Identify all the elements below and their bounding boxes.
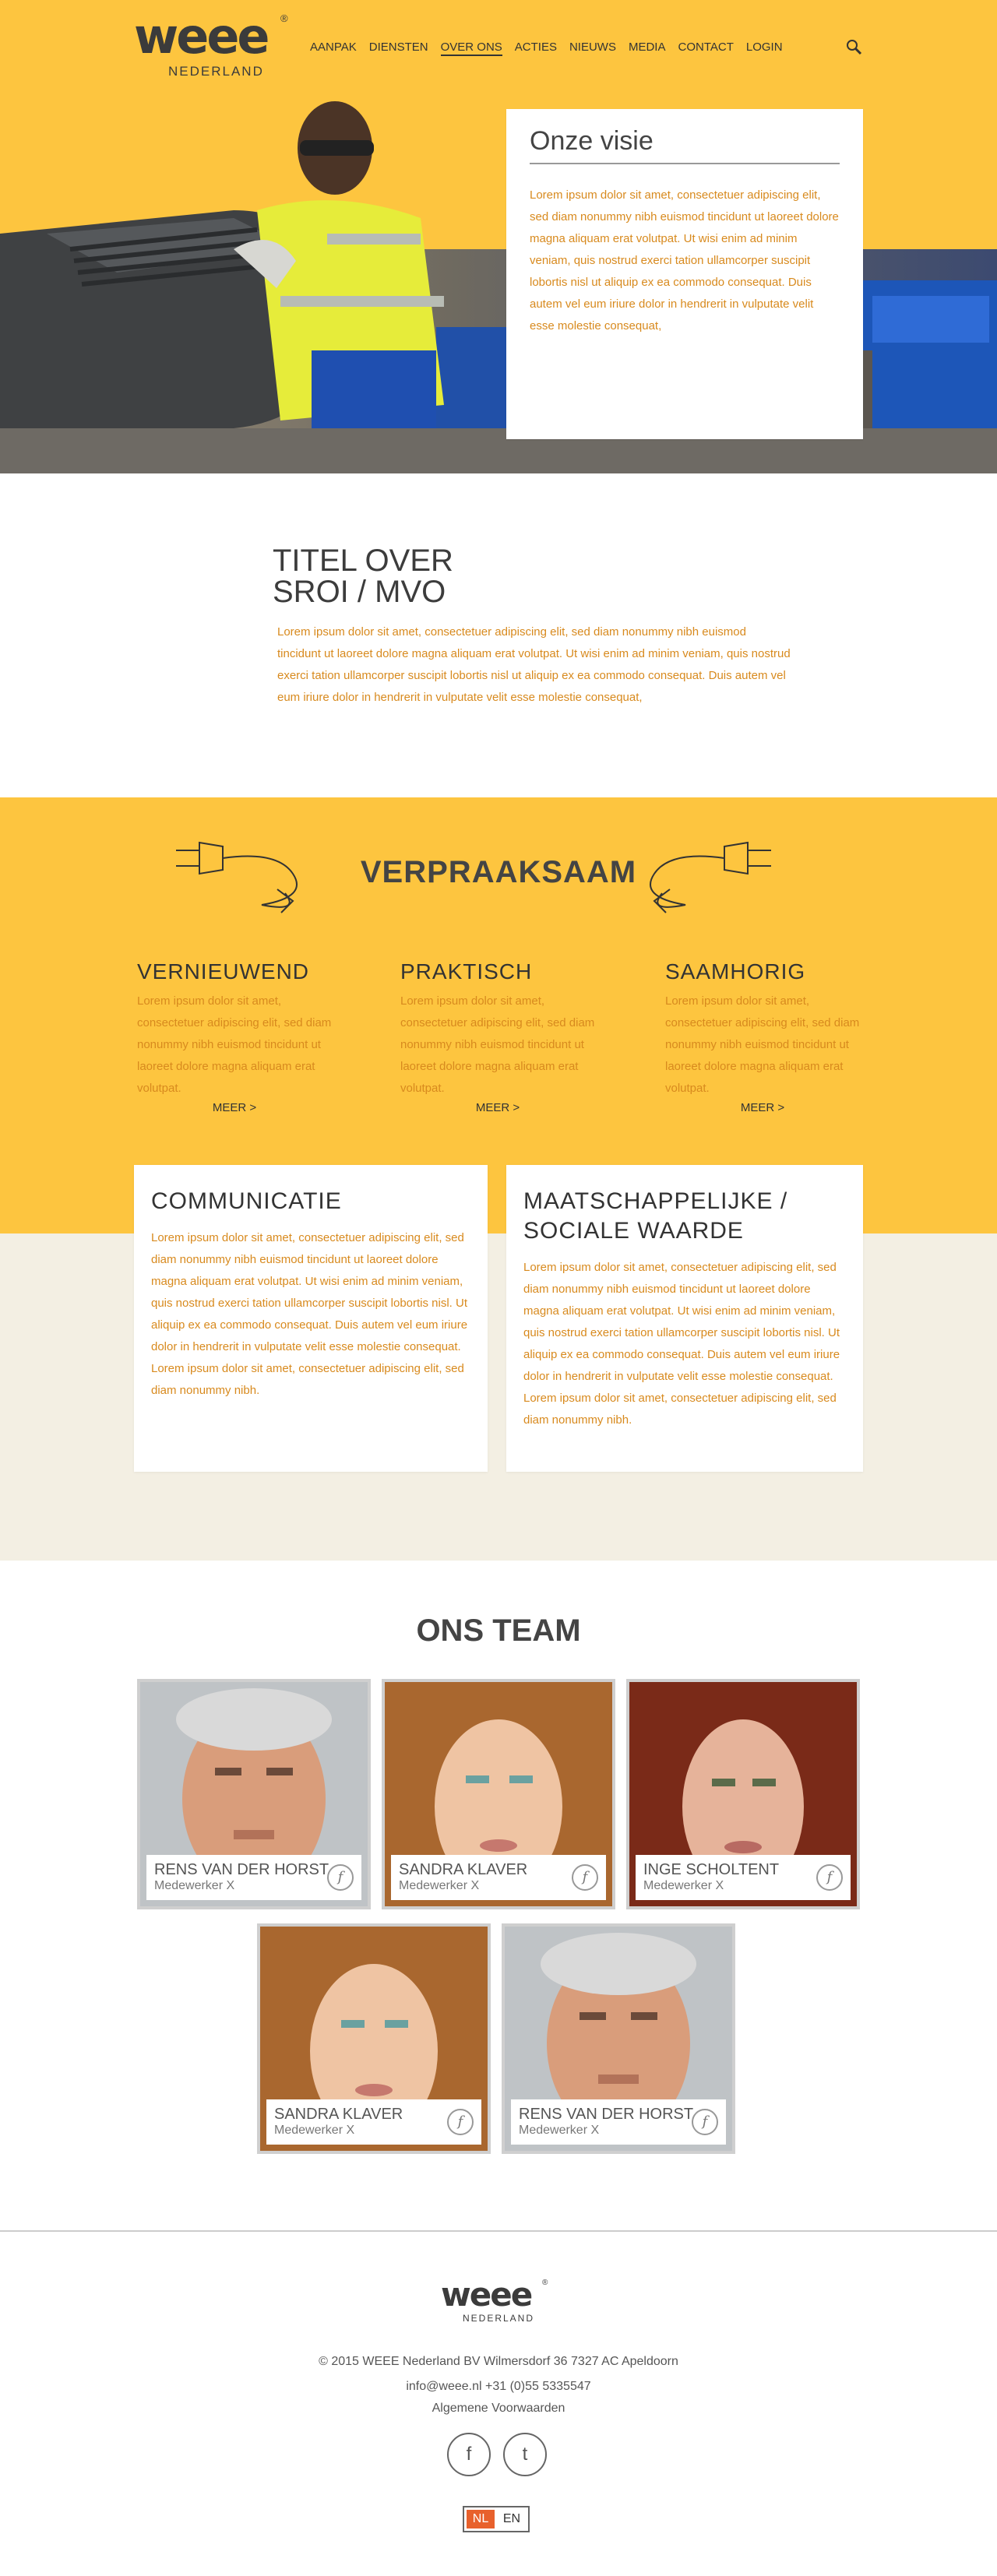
logo-subtitle: NEDERLAND [168,64,264,79]
sroi-title-line2: SROI / MVO [273,575,446,609]
member-label: INGE SCHOLTENT Medewerker X f [636,1855,851,1900]
vision-text: Lorem ipsum dolor sit amet, consectetuer… [530,188,839,333]
more-link[interactable]: MEER > [137,1101,332,1114]
card-text: Lorem ipsum dolor sit amet, consectetuer… [523,1261,840,1427]
main-nav: AANPAK DIENSTEN OVER ONS ACTIES NIEUWS M… [310,39,795,56]
member-role: Medewerker X [519,2124,600,2137]
member-label: SANDRA KLAVER Medewerker X f [266,2099,481,2145]
column-title: VERNIEUWEND [137,959,310,984]
nav-item-over-ons[interactable]: OVER ONS [440,39,502,56]
lang-en[interactable]: EN [498,2510,526,2528]
footer-logo-wordmark: weee [441,2275,533,2314]
nav-item-media[interactable]: MEDIA [629,39,666,56]
member-name: SANDRA KLAVER [274,2106,403,2123]
facebook-icon[interactable]: f [327,1864,354,1891]
member-label: RENS VAN DER HORST Medewerker X f [511,2099,726,2145]
footer-contact[interactable]: info@weee.nl +31 (0)55 5335547 [0,2380,997,2394]
sroi-text: Lorem ipsum dolor sit amet, consectetuer… [277,625,791,704]
lang-nl[interactable]: NL [467,2510,495,2528]
card-communicatie: COMMUNICATIE Lorem ipsum dolor sit amet,… [134,1165,488,1472]
sroi-section: TITEL OVER SROI / MVO Lorem ipsum dolor … [0,473,997,797]
sroi-title-line1: TITEL OVER [273,544,453,578]
column-text: Lorem ipsum dolor sit amet, consectetuer… [665,994,860,1095]
team-member-card: RENS VAN DER HORST Medewerker X f [502,1923,735,2154]
logo-wordmark: weee [134,8,270,65]
column-text: Lorem ipsum dolor sit amet, consectetuer… [400,994,595,1095]
more-link[interactable]: MEER > [400,1101,595,1114]
facebook-icon[interactable]: f [447,2433,491,2476]
column-text: Lorem ipsum dolor sit amet, consectetuer… [137,994,332,1095]
team-member-card: RENS VAN DER HORST Medewerker X f [137,1679,371,1909]
facebook-icon[interactable]: f [692,2109,718,2135]
facebook-icon[interactable]: f [572,1864,598,1891]
card-title: MAATSCHAPPELIJKE / SOCIALE WAARDE [523,1188,788,1244]
sroi-title: TITEL OVER SROI / MVO [273,545,631,607]
member-label: RENS VAN DER HORST Medewerker X f [146,1855,361,1900]
footer-copyright: © 2015 WEEE Nederland BV Wilmersdorf 36 … [319,2355,678,2368]
team-member-card: SANDRA KLAVER Medewerker X f [257,1923,491,2154]
nav-item-nieuws[interactable]: NIEUWS [569,39,616,56]
vision-title: Onze visie [530,126,840,164]
team-title: ONS TEAM [416,1614,581,1648]
logo-registered-mark: ® [280,12,288,24]
team-member-card: INGE SCHOLTENT Medewerker X f [626,1679,860,1909]
verpraaksaam-title: VERPRAAKSAAM [360,855,637,889]
twitter-icon[interactable]: t [503,2433,547,2476]
card-sociale-waarde: MAATSCHAPPELIJKE / SOCIALE WAARDE Lorem … [506,1165,863,1472]
more-link[interactable]: MEER > [665,1101,860,1114]
member-name: RENS VAN DER HORST [519,2106,694,2123]
column-title: PRAKTISCH [400,959,533,984]
column-title: SAAMHORIG [665,959,806,984]
facebook-icon[interactable]: f [447,2109,474,2135]
member-name: SANDRA KLAVER [399,1861,528,1878]
member-role: Medewerker X [154,1879,235,1892]
team-member-card: SANDRA KLAVER Medewerker X f [382,1679,615,1909]
member-name: RENS VAN DER HORST [154,1861,329,1878]
nav-item-diensten[interactable]: DIENSTEN [369,39,428,56]
nav-item-contact[interactable]: CONTACT [678,39,733,56]
column-vernieuwend: VERNIEUWEND Lorem ipsum dolor sit amet, … [137,959,332,1114]
vision-card: Onze visie Lorem ipsum dolor sit amet, c… [506,109,863,439]
footer-terms-link[interactable]: Algemene Voorwaarden [0,2402,997,2416]
card-title: COMMUNICATIE [151,1188,342,1214]
footer-logo-registered-mark: ® [542,2279,548,2287]
member-label: SANDRA KLAVER Medewerker X f [391,1855,606,1900]
nav-item-acties[interactable]: ACTIES [515,39,557,56]
plug-right-icon [650,841,771,913]
footer-logo[interactable]: weee ® NEDERLAND [441,2277,565,2331]
member-role: Medewerker X [643,1879,724,1892]
search-icon[interactable] [846,39,863,56]
nav-item-aanpak[interactable]: AANPAK [310,39,357,56]
site-logo[interactable]: weee ® NEDERLAND [134,9,290,79]
page: weee ® NEDERLAND AANPAK DIENSTEN OVER ON… [0,0,997,2576]
member-name: INGE SCHOLTENT [643,1861,780,1878]
hero-section: weee ® NEDERLAND AANPAK DIENSTEN OVER ON… [0,0,997,473]
column-praktisch: PRAKTISCH Lorem ipsum dolor sit amet, co… [400,959,595,1114]
footer-logo-subtitle: NEDERLAND [463,2313,535,2324]
member-role: Medewerker X [399,1879,480,1892]
nav-item-login[interactable]: LOGIN [746,39,783,56]
member-role: Medewerker X [274,2124,355,2137]
facebook-icon[interactable]: f [816,1864,843,1891]
language-switcher: NL EN [463,2506,530,2532]
column-saamhorig: SAAMHORIG Lorem ipsum dolor sit amet, co… [665,959,860,1114]
card-text: Lorem ipsum dolor sit amet, consectetuer… [151,1231,468,1397]
